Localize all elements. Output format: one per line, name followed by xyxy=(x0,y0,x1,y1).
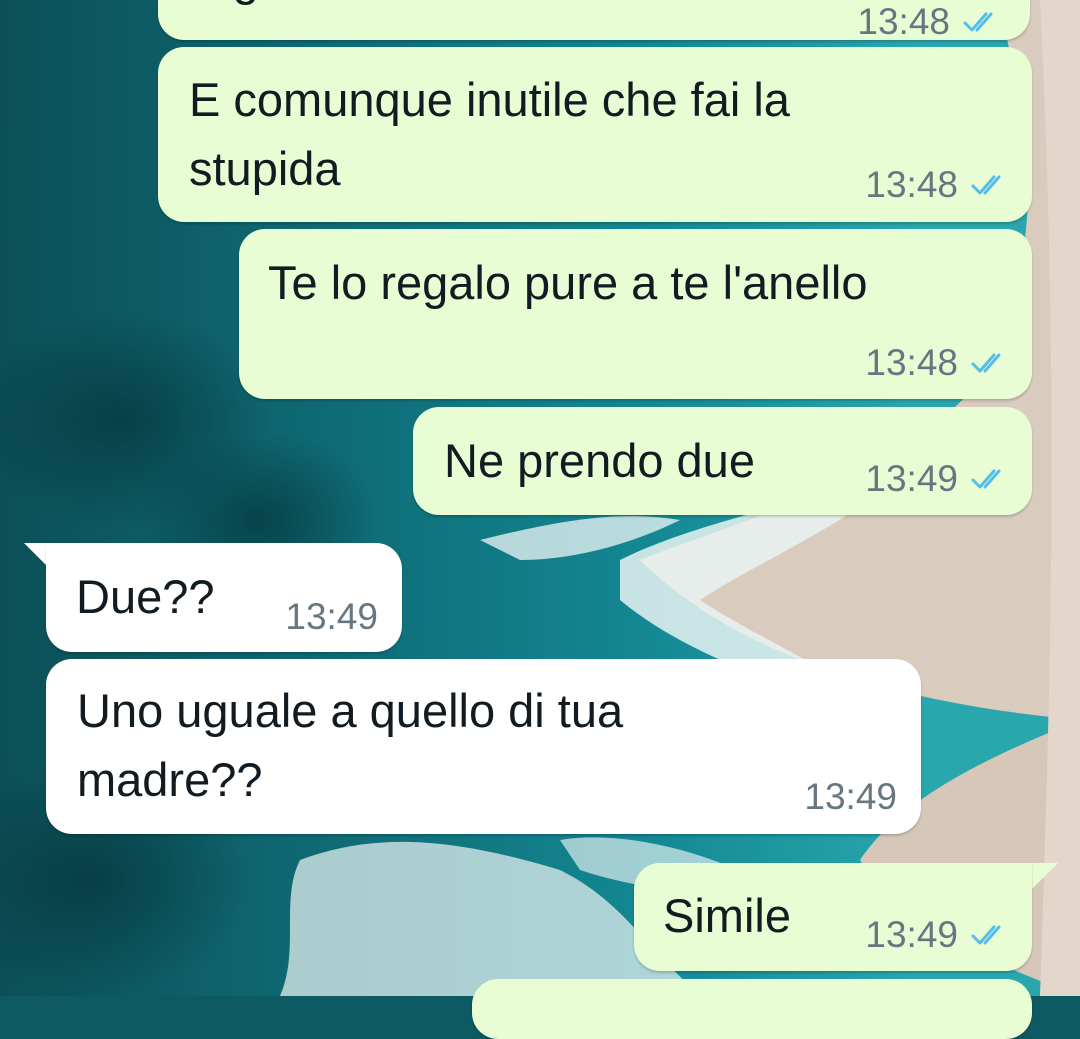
message-time: 13:49 xyxy=(285,596,378,637)
double-check-icon xyxy=(971,925,1001,945)
message-time: 13:48 xyxy=(857,1,950,42)
message-meta: 13:48 xyxy=(865,164,1008,205)
double-check-icon xyxy=(971,353,1001,373)
message-text-line: Uno uguale a quello di tua xyxy=(77,684,624,737)
message-time: 13:48 xyxy=(865,164,958,205)
message-meta: 13:49 xyxy=(865,458,1008,499)
message-text-line: E comunque inutile che fai la xyxy=(189,73,790,126)
message-time: 13:48 xyxy=(865,342,958,383)
message-meta: 13:49 xyxy=(865,914,1008,955)
message-bubble-incoming[interactable]: Uno uguale a quello di tua madre?? 13:49 xyxy=(46,659,921,834)
message-time: 13:49 xyxy=(865,458,958,499)
message-text: Simile xyxy=(663,889,791,942)
message-bubble-outgoing[interactable]: regalo un anello 13:48 xyxy=(158,0,1030,42)
double-check-icon xyxy=(971,469,1001,489)
double-check-icon xyxy=(963,12,993,32)
message-time: 13:49 xyxy=(804,776,897,817)
message-text: Due?? xyxy=(76,570,215,623)
message-bubble-outgoing[interactable] xyxy=(472,979,1032,1039)
message-bubble-outgoing[interactable]: Simile 13:49 xyxy=(634,863,1032,971)
message-meta: 13:48 xyxy=(857,1,1000,42)
message-text: Te lo regalo pure a te l'anello xyxy=(268,256,868,309)
message-time: 13:49 xyxy=(865,914,958,955)
message-bubble-incoming[interactable]: Due?? 13:49 xyxy=(46,543,402,652)
message-text-line: stupida xyxy=(189,142,341,195)
message-text: Ne prendo due xyxy=(444,434,755,487)
conversation: regalo un anello 13:48 E comunque inutil… xyxy=(0,0,1080,1039)
message-bubble-outgoing[interactable]: Ne prendo due 13:49 xyxy=(413,407,1032,515)
message-meta: 13:49 xyxy=(285,596,378,637)
message-bubble-outgoing[interactable]: Te lo regalo pure a te l'anello 13:48 xyxy=(239,229,1032,399)
message-meta: 13:49 xyxy=(804,776,897,817)
double-check-icon xyxy=(971,175,1001,195)
bubble-tail xyxy=(1028,863,1058,893)
message-meta: 13:48 xyxy=(865,342,1008,383)
message-bubble-outgoing[interactable]: E comunque inutile che fai la stupida 13… xyxy=(158,47,1032,222)
message-text-line: madre?? xyxy=(77,753,263,806)
message-text: regalo un anello xyxy=(191,0,526,12)
